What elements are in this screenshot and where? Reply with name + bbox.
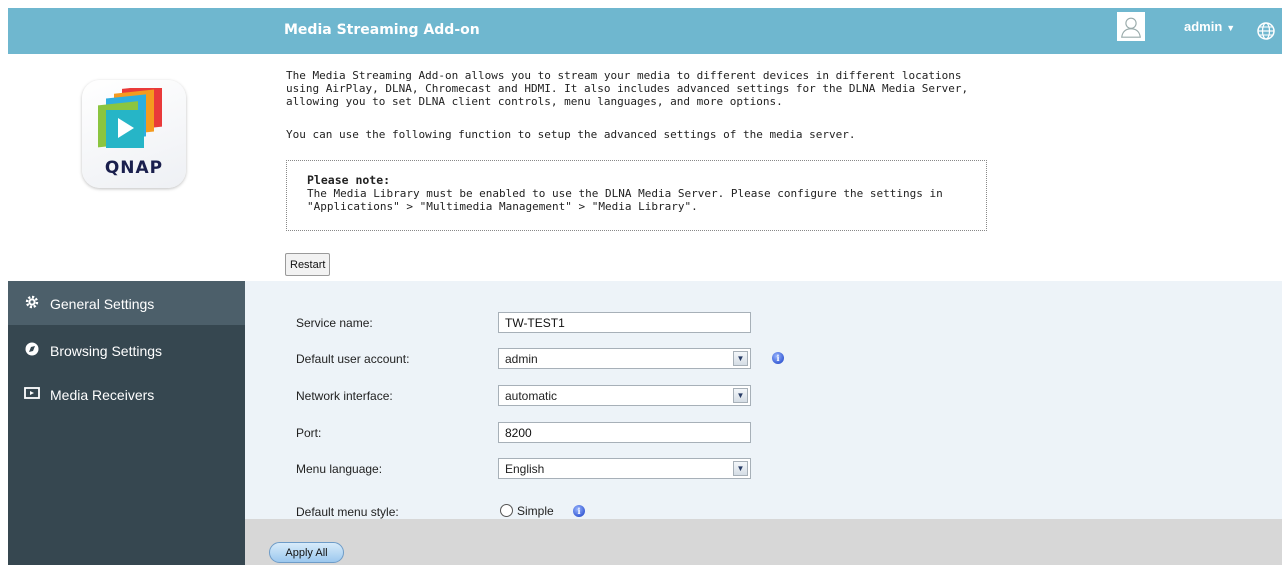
sidebar-item-browsing-settings[interactable]: Browsing Settings xyxy=(8,328,245,372)
app-logo: QNAP xyxy=(82,80,186,188)
apply-all-button[interactable]: Apply All xyxy=(269,542,344,563)
chevron-down-icon[interactable]: ▼ xyxy=(733,351,748,366)
page-title: Media Streaming Add-on xyxy=(284,22,480,38)
service-name-input[interactable]: TW-TEST1 xyxy=(498,312,751,333)
network-interface-label: Network interface: xyxy=(296,389,393,403)
sidebar-item-label: Browsing Settings xyxy=(50,343,163,359)
service-name-label: Service name: xyxy=(296,316,373,330)
media-streaming-logo-icon xyxy=(98,88,162,148)
sidebar-item-label: General Settings xyxy=(50,296,155,312)
sidebar-item-media-receivers[interactable]: Media Receivers xyxy=(8,372,245,416)
screen-icon xyxy=(24,387,40,399)
menu-language-value: English xyxy=(505,462,545,476)
default-user-select[interactable]: admin ▼ xyxy=(498,348,751,369)
default-user-value: admin xyxy=(505,352,538,366)
settings-panel xyxy=(245,281,1282,519)
port-input[interactable]: 8200 xyxy=(498,422,751,443)
user-icon xyxy=(1121,17,1141,38)
globe-icon[interactable] xyxy=(1256,21,1276,41)
avatar[interactable] xyxy=(1117,12,1145,41)
menu-style-simple-radio[interactable] xyxy=(500,504,513,517)
footer-bar xyxy=(245,519,1282,565)
menu-style-simple-label: Simple xyxy=(517,504,554,518)
note-line-1: The Media Library must be enabled to use… xyxy=(307,187,943,200)
port-label: Port: xyxy=(296,426,322,440)
user-menu[interactable]: admin ▼ xyxy=(1184,19,1235,34)
network-interface-value: automatic xyxy=(505,389,558,403)
note-heading: Please note: xyxy=(307,173,391,187)
network-interface-select[interactable]: automatic ▼ xyxy=(498,385,751,406)
brand-text: QNAP xyxy=(104,158,164,178)
sidebar: General Settings Browsing Settings Media… xyxy=(8,281,245,565)
chevron-down-icon[interactable]: ▼ xyxy=(733,461,748,476)
user-name: admin xyxy=(1184,19,1223,34)
menu-language-select[interactable]: English ▼ xyxy=(498,458,751,479)
info-icon[interactable]: i xyxy=(573,505,585,517)
gear-icon xyxy=(25,295,39,309)
browse-icon xyxy=(25,342,39,356)
note-box: Please note: The Media Library must be e… xyxy=(286,160,987,231)
intro-text-2: You can use the following function to se… xyxy=(286,128,856,141)
intro-text: The Media Streaming Add-on allows you to… xyxy=(286,69,969,108)
top-bar: Media Streaming Add-on admin ▼ xyxy=(8,8,1282,54)
default-user-label: Default user account: xyxy=(296,352,410,366)
sidebar-item-general-settings[interactable]: General Settings xyxy=(8,281,245,325)
menu-language-label: Menu language: xyxy=(296,462,383,476)
note-line-2: "Applications" > "Multimedia Management"… xyxy=(307,200,698,213)
info-icon[interactable]: i xyxy=(772,352,784,364)
chevron-down-icon[interactable]: ▼ xyxy=(733,388,748,403)
sidebar-item-label: Media Receivers xyxy=(50,387,155,403)
restart-button[interactable]: Restart xyxy=(285,253,331,276)
chevron-down-icon: ▼ xyxy=(1226,23,1236,33)
menu-style-label: Default menu style: xyxy=(296,505,399,519)
